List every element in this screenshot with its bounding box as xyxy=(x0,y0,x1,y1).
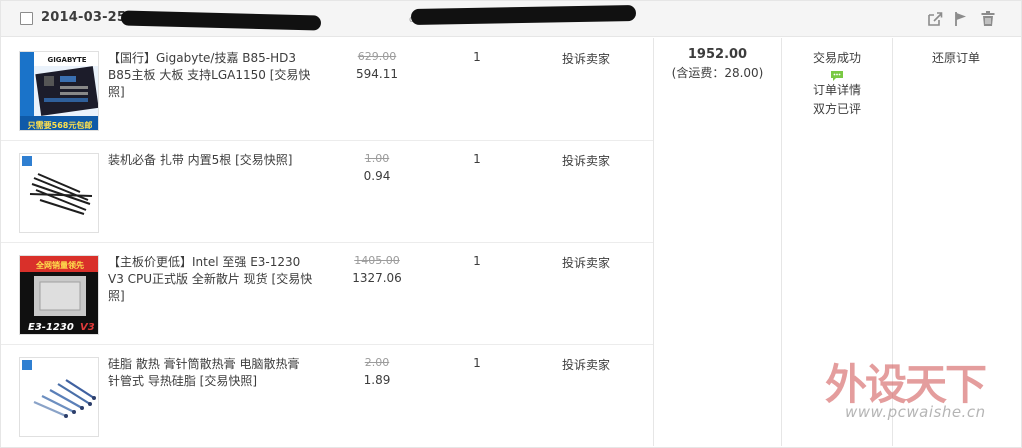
item-quantity: 1 xyxy=(473,152,481,166)
complain-seller-link[interactable]: 投诉卖家 xyxy=(555,152,617,169)
item-thumbnail[interactable]: 全网销量领先 E3-1230 V3 xyxy=(19,255,99,335)
item-quantity: 1 xyxy=(473,356,481,370)
order-item-row: GIGABYTE 只需要568元包邮 【国行】Gigabyte/技嘉 B85-H… xyxy=(1,38,653,141)
original-price: 629.00 xyxy=(357,50,397,63)
order-item-row: 全网销量领先 E3-1230 V3 【主板价更低】Intel 至强 E3-123… xyxy=(1,243,653,345)
thumb-brand-text: GIGABYTE xyxy=(47,56,86,64)
review-status-link[interactable]: 双方已评 xyxy=(782,100,892,119)
column-divider xyxy=(653,38,654,446)
item-title-text[interactable]: 装机必备 扎带 内置5根 xyxy=(108,153,235,167)
order-date: 2014-03-25 xyxy=(41,10,127,25)
order-actions: 还原订单 xyxy=(893,49,1019,66)
item-title[interactable]: 【国行】Gigabyte/技嘉 B85-HD3 B85主板 大板 支持LGA11… xyxy=(108,50,313,101)
item-quantity: 1 xyxy=(473,50,481,64)
item-title-text[interactable]: 【国行】Gigabyte/技嘉 B85-HD3 B85主板 大板 支持LGA11… xyxy=(108,51,296,82)
thumb-suffix-text: V3 xyxy=(80,322,95,333)
thumb-model-text: E3-1230 xyxy=(28,322,74,333)
order-select-checkbox[interactable] xyxy=(20,12,33,25)
thumb-price-badge: 只需要568元包邮 xyxy=(28,120,93,130)
complain-seller-link[interactable]: 投诉卖家 xyxy=(555,254,617,271)
redaction-scribble xyxy=(120,10,322,31)
item-thumbnail[interactable] xyxy=(19,153,99,233)
chat-icon[interactable] xyxy=(830,69,844,81)
watermark-url: www.pcwaishe.cn xyxy=(845,403,986,421)
snapshot-link[interactable]: [交易快照] xyxy=(200,374,257,388)
order-detail-link[interactable]: 订单详情 xyxy=(782,81,892,100)
order-item-row: 硅脂 散热 膏针筒散热膏 电脑散热膏 针管式 导热硅脂 [交易快照] 2.00 … xyxy=(1,345,653,447)
unit-price: 1.89 xyxy=(363,373,391,387)
original-price: 1.00 xyxy=(364,152,390,165)
share-icon[interactable] xyxy=(926,10,944,28)
unit-price: 594.11 xyxy=(356,67,398,81)
trade-status: 交易成功 xyxy=(812,51,861,65)
thumb-banner-text: 全网销量领先 xyxy=(35,260,84,270)
order-card: 2014-03-25 ci... GIGABYTE xyxy=(0,0,1022,448)
order-header: 2014-03-25 ci... xyxy=(1,1,1021,37)
item-title[interactable]: 装机必备 扎带 内置5根 [交易快照] xyxy=(108,152,313,169)
shipping-fee: (含运费：28.00) xyxy=(671,66,764,80)
original-price: 1405.00 xyxy=(354,254,400,267)
order-total: 1952.00 (含运费：28.00) xyxy=(654,47,781,81)
item-title[interactable]: 硅脂 散热 膏针筒散热膏 电脑散热膏 针管式 导热硅脂 [交易快照] xyxy=(108,356,313,390)
item-thumbnail[interactable] xyxy=(19,357,99,437)
original-price: 2.00 xyxy=(364,356,390,369)
item-thumbnail[interactable]: GIGABYTE 只需要568元包邮 xyxy=(19,51,99,131)
snapshot-link[interactable]: [交易快照] xyxy=(235,153,292,167)
restore-order-link[interactable]: 还原订单 xyxy=(893,49,1019,66)
unit-price: 0.94 xyxy=(363,169,391,183)
complain-seller-link[interactable]: 投诉卖家 xyxy=(555,50,617,67)
item-quantity: 1 xyxy=(473,254,481,268)
redaction-scribble xyxy=(410,5,637,25)
flag-icon[interactable] xyxy=(952,10,970,28)
trash-icon[interactable] xyxy=(979,10,997,28)
order-total-amount: 1952.00 xyxy=(687,47,748,62)
item-title[interactable]: 【主板价更低】Intel 至强 E3-1230 V3 CPU正式版 全新散片 现… xyxy=(108,254,313,305)
site-watermark: 外设天下 www.pcwaishe.cn xyxy=(823,351,1018,431)
complain-seller-link[interactable]: 投诉卖家 xyxy=(555,356,617,373)
unit-price: 1327.06 xyxy=(352,271,402,285)
order-item-row: 装机必备 扎带 内置5根 [交易快照] 1.00 0.94 1 投诉卖家 xyxy=(1,141,653,243)
order-status: 交易成功 订单详情 双方已评 xyxy=(782,49,892,119)
